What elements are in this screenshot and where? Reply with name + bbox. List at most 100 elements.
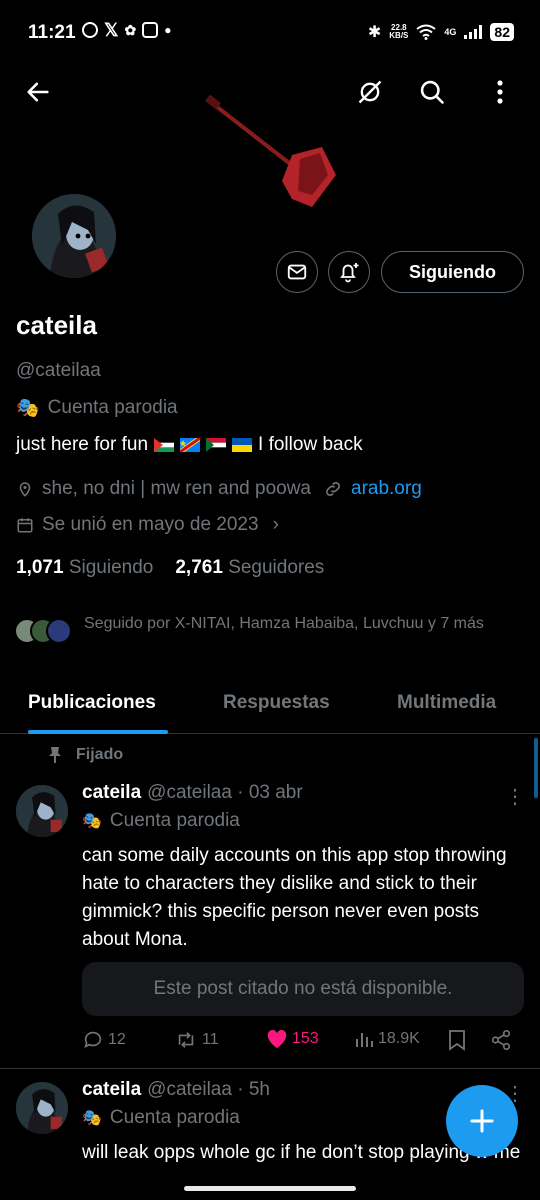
more-options-button[interactable] <box>478 70 522 114</box>
congo-flag-icon <box>180 438 201 452</box>
battery-indicator: 82 <box>490 23 514 41</box>
profile-avatar[interactable] <box>14 190 136 282</box>
like-button[interactable]: 153 <box>266 1029 319 1049</box>
palestine-flag-icon <box>154 438 175 452</box>
pinned-label: Fijado <box>48 746 123 764</box>
tab-publicaciones[interactable]: Publicaciones <box>28 692 156 714</box>
joined-date-row[interactable]: Se unió en mayo de 2023 › <box>16 514 279 536</box>
repost-icon <box>178 1032 194 1048</box>
like-count: 153 <box>292 1030 319 1047</box>
followers-count: 2,761 <box>175 557 223 578</box>
following-count: 1,071 <box>16 557 64 578</box>
whatsapp-icon <box>82 22 98 38</box>
status-bar: 11:21 𝕏 ✿ ● ✱ 22.8 KB/S 4G 82 <box>0 0 540 70</box>
app-icon-2 <box>142 22 159 38</box>
arrow-left-icon <box>27 82 49 102</box>
bar-chart-icon <box>356 1033 373 1047</box>
post-author-name[interactable]: cateila <box>82 782 141 804</box>
network-label: 4G <box>444 27 457 37</box>
post-parody-label: 🎭 Cuenta parodia <box>82 810 240 832</box>
tab-respuestas[interactable]: Respuestas <box>223 692 330 714</box>
system-nav-handle[interactable] <box>184 1186 356 1191</box>
follow-counts: 1,071 Siguiendo 2,761 Seguidores <box>16 557 324 579</box>
avatar-image <box>16 785 68 837</box>
joined-text: Se unió en mayo de 2023 <box>42 514 259 535</box>
repost-count: 11 <box>202 1031 219 1048</box>
parody-text: Cuenta parodia <box>47 397 178 418</box>
mutual-avatars <box>14 618 72 652</box>
post-avatar[interactable] <box>16 1082 68 1134</box>
tab-multimedia[interactable]: Multimedia <box>397 692 496 714</box>
share-button[interactable] <box>490 1029 512 1051</box>
grok-icon <box>358 80 382 104</box>
post-divider <box>0 1068 540 1069</box>
post-author-name[interactable]: cateila <box>82 1079 141 1101</box>
x-app-icon: 𝕏 <box>104 20 119 40</box>
chevron-right-icon: › <box>272 514 279 535</box>
link-icon <box>326 482 340 496</box>
followers-link[interactable]: 2,761 Seguidores <box>175 557 324 579</box>
post-more-button[interactable]: ⋮ <box>505 784 525 809</box>
views-button[interactable]: 18.9K <box>354 1029 420 1049</box>
active-tab-indicator <box>28 730 168 734</box>
share-icon <box>491 1030 511 1050</box>
status-time: 11:21 <box>28 22 76 43</box>
bluetooth-icon: ✱ <box>367 24 382 41</box>
message-button[interactable] <box>276 251 318 293</box>
mail-icon <box>287 264 307 280</box>
compose-button[interactable] <box>446 1085 518 1157</box>
calendar-icon <box>17 518 33 533</box>
heart-filled-icon <box>267 1029 287 1049</box>
post-header: cateila @cateilaa · 03 abr <box>82 782 303 804</box>
mask-icon: 🎭 <box>82 1110 102 1127</box>
post-handle-time: @cateilaa · 5h <box>147 1079 270 1100</box>
location-text: she, no dni | mw ren and poowa <box>42 478 311 499</box>
profile-bio: just here for fun I follow back <box>16 434 363 456</box>
signal-icon <box>464 25 483 39</box>
reply-icon <box>84 1031 102 1048</box>
location-icon <box>19 482 31 497</box>
plus-icon <box>470 1109 494 1133</box>
avatar-image <box>16 1082 68 1134</box>
followed-by-row[interactable]: Seguido por X-NITAI, Hamza Habaiba, Luvc… <box>14 612 524 652</box>
ukraine-flag-icon <box>232 438 253 452</box>
repost-button[interactable]: 11 <box>174 1029 219 1051</box>
back-button[interactable] <box>16 70 60 114</box>
mask-icon: 🎭 <box>82 813 102 830</box>
reply-count: 12 <box>108 1031 126 1048</box>
post-parody-label: 🎭 Cuenta parodia <box>82 1107 240 1129</box>
pin-icon <box>49 747 61 763</box>
following-button[interactable]: Siguiendo <box>381 251 524 293</box>
mask-icon: 🎭 <box>16 398 40 419</box>
avatar-image <box>32 194 116 278</box>
bio-text-start: just here for fun <box>16 434 149 455</box>
parody-label: 🎭 Cuenta parodia <box>16 396 178 420</box>
pinned-text: Fijado <box>76 746 124 763</box>
following-link[interactable]: 1,071 Siguiendo <box>16 557 153 579</box>
profile-tabs: Publicaciones Respuestas Multimedia <box>0 680 540 734</box>
views-count: 18.9K <box>378 1030 420 1047</box>
post-header: cateila @cateilaa · 5h <box>82 1079 270 1101</box>
bio-text-end: I follow back <box>258 434 363 455</box>
bookmark-icon <box>449 1030 465 1051</box>
following-label: Siguiendo <box>68 557 154 578</box>
website-link[interactable]: arab.org <box>351 478 422 500</box>
banner-image <box>205 95 336 207</box>
reply-button[interactable]: 12 <box>82 1029 126 1051</box>
post-avatar[interactable] <box>16 785 68 837</box>
notification-icons: 𝕏 ✿ ● <box>82 20 172 40</box>
notifications-button[interactable] <box>328 251 370 293</box>
search-icon <box>420 80 444 104</box>
bookmark-button[interactable] <box>448 1029 466 1051</box>
mutual-avatar <box>46 618 72 644</box>
status-right: ✱ 22.8 KB/S 4G 82 <box>368 22 514 42</box>
post-parody-text: Cuenta parodia <box>109 1107 240 1128</box>
search-button[interactable] <box>410 70 454 114</box>
profile-name: cateila <box>16 310 97 340</box>
grok-button[interactable] <box>348 70 392 114</box>
sudan-flag-icon <box>206 438 227 452</box>
post-handle-time: @cateilaa · 03 abr <box>147 782 303 803</box>
more-vertical-icon <box>497 80 503 104</box>
followed-by-text: Seguido por X-NITAI, Hamza Habaiba, Luvc… <box>84 615 484 632</box>
scroll-indicator <box>534 738 538 798</box>
